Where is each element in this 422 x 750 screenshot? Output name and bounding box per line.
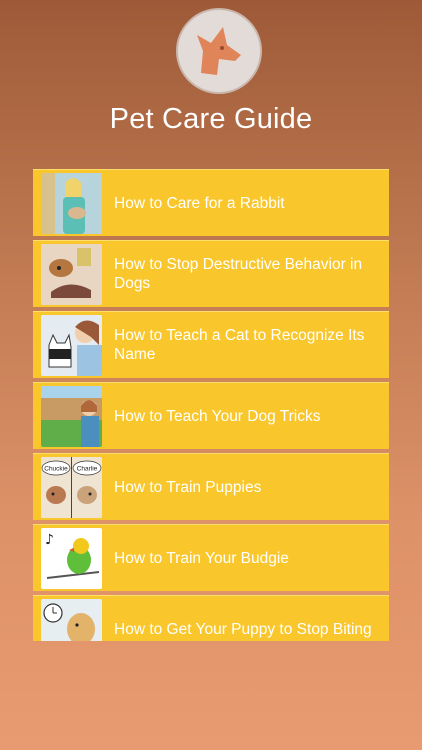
list-item-label: How to Teach a Cat to Recognize Its Name [114, 327, 365, 363]
app-logo [176, 8, 262, 94]
list-item[interactable]: How to Teach Your Dog Tricks [33, 382, 389, 449]
person-holding-rabbit-image [41, 172, 102, 234]
list-item-label: How to Teach Your Dog Tricks [114, 407, 321, 425]
two-puppies-comic-image: Chuckie Charlie [41, 456, 102, 518]
list-item[interactable]: How to Care for a Rabbit [33, 169, 389, 236]
page-title: Pet Care Guide [109, 103, 313, 135]
dog-chewing-shoe-image [41, 243, 102, 305]
svg-text:♪: ♪ [45, 532, 54, 548]
list-item[interactable]: Chuckie Charlie How to Train Puppies [33, 453, 389, 520]
list-item[interactable]: ♪ How to Train Your Budgie [33, 524, 389, 591]
list-item-label: How to Train Your Budgie [114, 549, 289, 567]
list-item[interactable]: How to Get Your Puppy to Stop Biting [33, 595, 389, 641]
dog-head-icon [197, 27, 241, 75]
list-item-label: How to Stop Destructive Behavior in Dogs [114, 256, 363, 292]
article-list[interactable]: How to Care for a Rabbit How to Stop Des… [33, 169, 389, 641]
singing-budgie-image: ♪ [41, 527, 102, 589]
list-item-label: How to Get Your Puppy to Stop Biting [114, 620, 372, 638]
list-item[interactable]: How to Teach a Cat to Recognize Its Name [33, 311, 389, 378]
puppy-and-clock-image [41, 598, 102, 641]
person-and-cat-image [41, 314, 102, 376]
thumb-caption: Chuckie [44, 465, 68, 472]
thumb-caption: Charlie [77, 465, 98, 472]
person-in-yard-image [41, 385, 102, 447]
list-item-label: How to Care for a Rabbit [114, 194, 285, 212]
list-item[interactable]: How to Stop Destructive Behavior in Dogs [33, 240, 389, 307]
list-item-label: How to Train Puppies [114, 478, 262, 496]
